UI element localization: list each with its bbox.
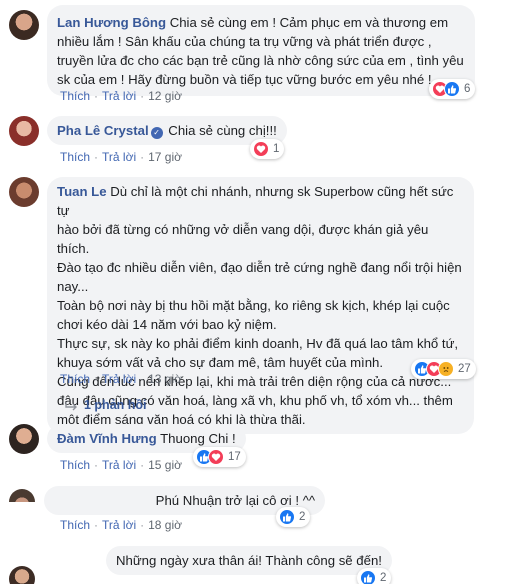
- reaction-count: 2: [380, 572, 387, 584]
- comment-time[interactable]: 12 giờ: [148, 89, 182, 103]
- avatar[interactable]: [9, 177, 39, 207]
- comment-actions: Thích · Trả lời · 12 giờ: [60, 89, 182, 103]
- thumbs-up-icon: [360, 570, 376, 584]
- reply-button[interactable]: Trả lời: [102, 518, 136, 532]
- reaction-summary[interactable]: 17: [193, 447, 246, 467]
- comment-author[interactable]: Lan Hương Bông: [57, 15, 166, 30]
- reaction-count: 1: [273, 143, 280, 155]
- comment-line: khuya sớm vất vả cho sự đam mê, tâm huyế…: [57, 355, 384, 370]
- like-button[interactable]: Thích: [60, 372, 90, 386]
- avatar[interactable]: [9, 566, 35, 584]
- comment-line: Đào tạo đc nhiều diễn viên, đạo diễn trẻ…: [57, 260, 462, 275]
- comment-author-hidden: [54, 494, 152, 509]
- reply-button[interactable]: Trả lời: [102, 150, 136, 164]
- comment-time[interactable]: 17 giờ: [148, 150, 182, 164]
- comment-actions: Thích · Trả lời · 18 giờ: [60, 518, 182, 532]
- avatar[interactable]: [9, 424, 39, 454]
- reaction-summary[interactable]: 27: [411, 359, 476, 379]
- reaction-summary[interactable]: 6: [429, 79, 476, 99]
- comment-actions: Thích · Trả lời · 13 giờ: [60, 372, 182, 386]
- comment-line: chơi kéo dài 14 năm với bao kỷ niệm.: [57, 317, 277, 332]
- comment-line: hào bởi đã từng có những vở diễn vang dộ…: [57, 222, 429, 256]
- like-button[interactable]: Thích: [60, 89, 90, 103]
- comment-actions: Thích · Trả lời · 15 giờ: [60, 458, 182, 472]
- comment-bubble: Pha Lê Crystal ✓ Chia sẻ cùng chị!!!: [47, 116, 287, 145]
- reaction-count: 2: [299, 511, 306, 523]
- replies-count[interactable]: 1 phản hồi: [84, 398, 147, 412]
- sad-face-icon: [438, 361, 454, 377]
- comment-author[interactable]: Tuan Le: [57, 184, 107, 199]
- verified-badge-icon: ✓: [150, 127, 163, 139]
- comment-bubble: Tuan Le Dù chỉ là một chi nhánh, nhưng s…: [47, 177, 474, 434]
- like-button[interactable]: Thích: [60, 518, 90, 532]
- reply-button[interactable]: Trả lời: [102, 89, 136, 103]
- comment-line: Thực sự, sk này ko phải điểm kinh doanh,…: [57, 336, 459, 351]
- comment-line: Tuan Le Dù chỉ là một chi nhánh, nhưng s…: [57, 184, 454, 218]
- thumbs-up-icon: [279, 509, 295, 525]
- reaction-count: 17: [228, 451, 241, 463]
- heart-icon: [208, 449, 224, 465]
- like-button[interactable]: Thích: [60, 150, 90, 164]
- comment-author[interactable]: Pha Lê Crystal: [57, 123, 149, 138]
- reaction-summary[interactable]: 2: [276, 507, 311, 527]
- avatar[interactable]: [9, 10, 39, 40]
- comment-time[interactable]: 13 giờ: [148, 372, 182, 386]
- comment-bubble: Những ngày xưa thân ái! Thành công sẽ đế…: [106, 546, 392, 575]
- thumbs-up-icon: [444, 81, 460, 97]
- comment-line: nay...: [57, 279, 89, 294]
- comment-author[interactable]: Đàm Vĩnh Hưng: [57, 431, 157, 446]
- reaction-count: 27: [458, 363, 471, 375]
- reaction-summary[interactable]: 2: [357, 568, 392, 584]
- avatar[interactable]: [9, 116, 39, 146]
- view-replies-link[interactable]: 1 phản hồi: [64, 398, 147, 412]
- comment-actions: Thích · Trả lời · 17 giờ: [60, 150, 182, 164]
- like-button[interactable]: Thích: [60, 458, 90, 472]
- comment-text: Chia sẻ cùng chị!!!: [168, 123, 277, 138]
- avatar[interactable]: [9, 489, 35, 502]
- reply-arrow-icon: [65, 401, 77, 411]
- comment-time[interactable]: 18 giờ: [148, 518, 182, 532]
- comment-text: Những ngày xưa thân ái! Thành công sẽ đế…: [116, 553, 382, 568]
- reaction-summary[interactable]: 1: [250, 139, 285, 159]
- heart-icon: [253, 141, 269, 157]
- reply-button[interactable]: Trả lời: [102, 458, 136, 472]
- reaction-count: 6: [464, 83, 471, 95]
- reply-button[interactable]: Trả lời: [102, 372, 136, 386]
- comment-time[interactable]: 15 giờ: [148, 458, 182, 472]
- comment-text: Phú Nhuận trở lại cô ơi ! ^^: [155, 493, 316, 508]
- comment-bubble: Lan Hương Bông Chia sẻ cùng em ! Cảm phụ…: [47, 5, 475, 96]
- comment-text: Thuong Chi !: [160, 431, 236, 446]
- comment-line: Toàn bộ nơi này bị thu hồi mặt bằng, ko …: [57, 298, 450, 313]
